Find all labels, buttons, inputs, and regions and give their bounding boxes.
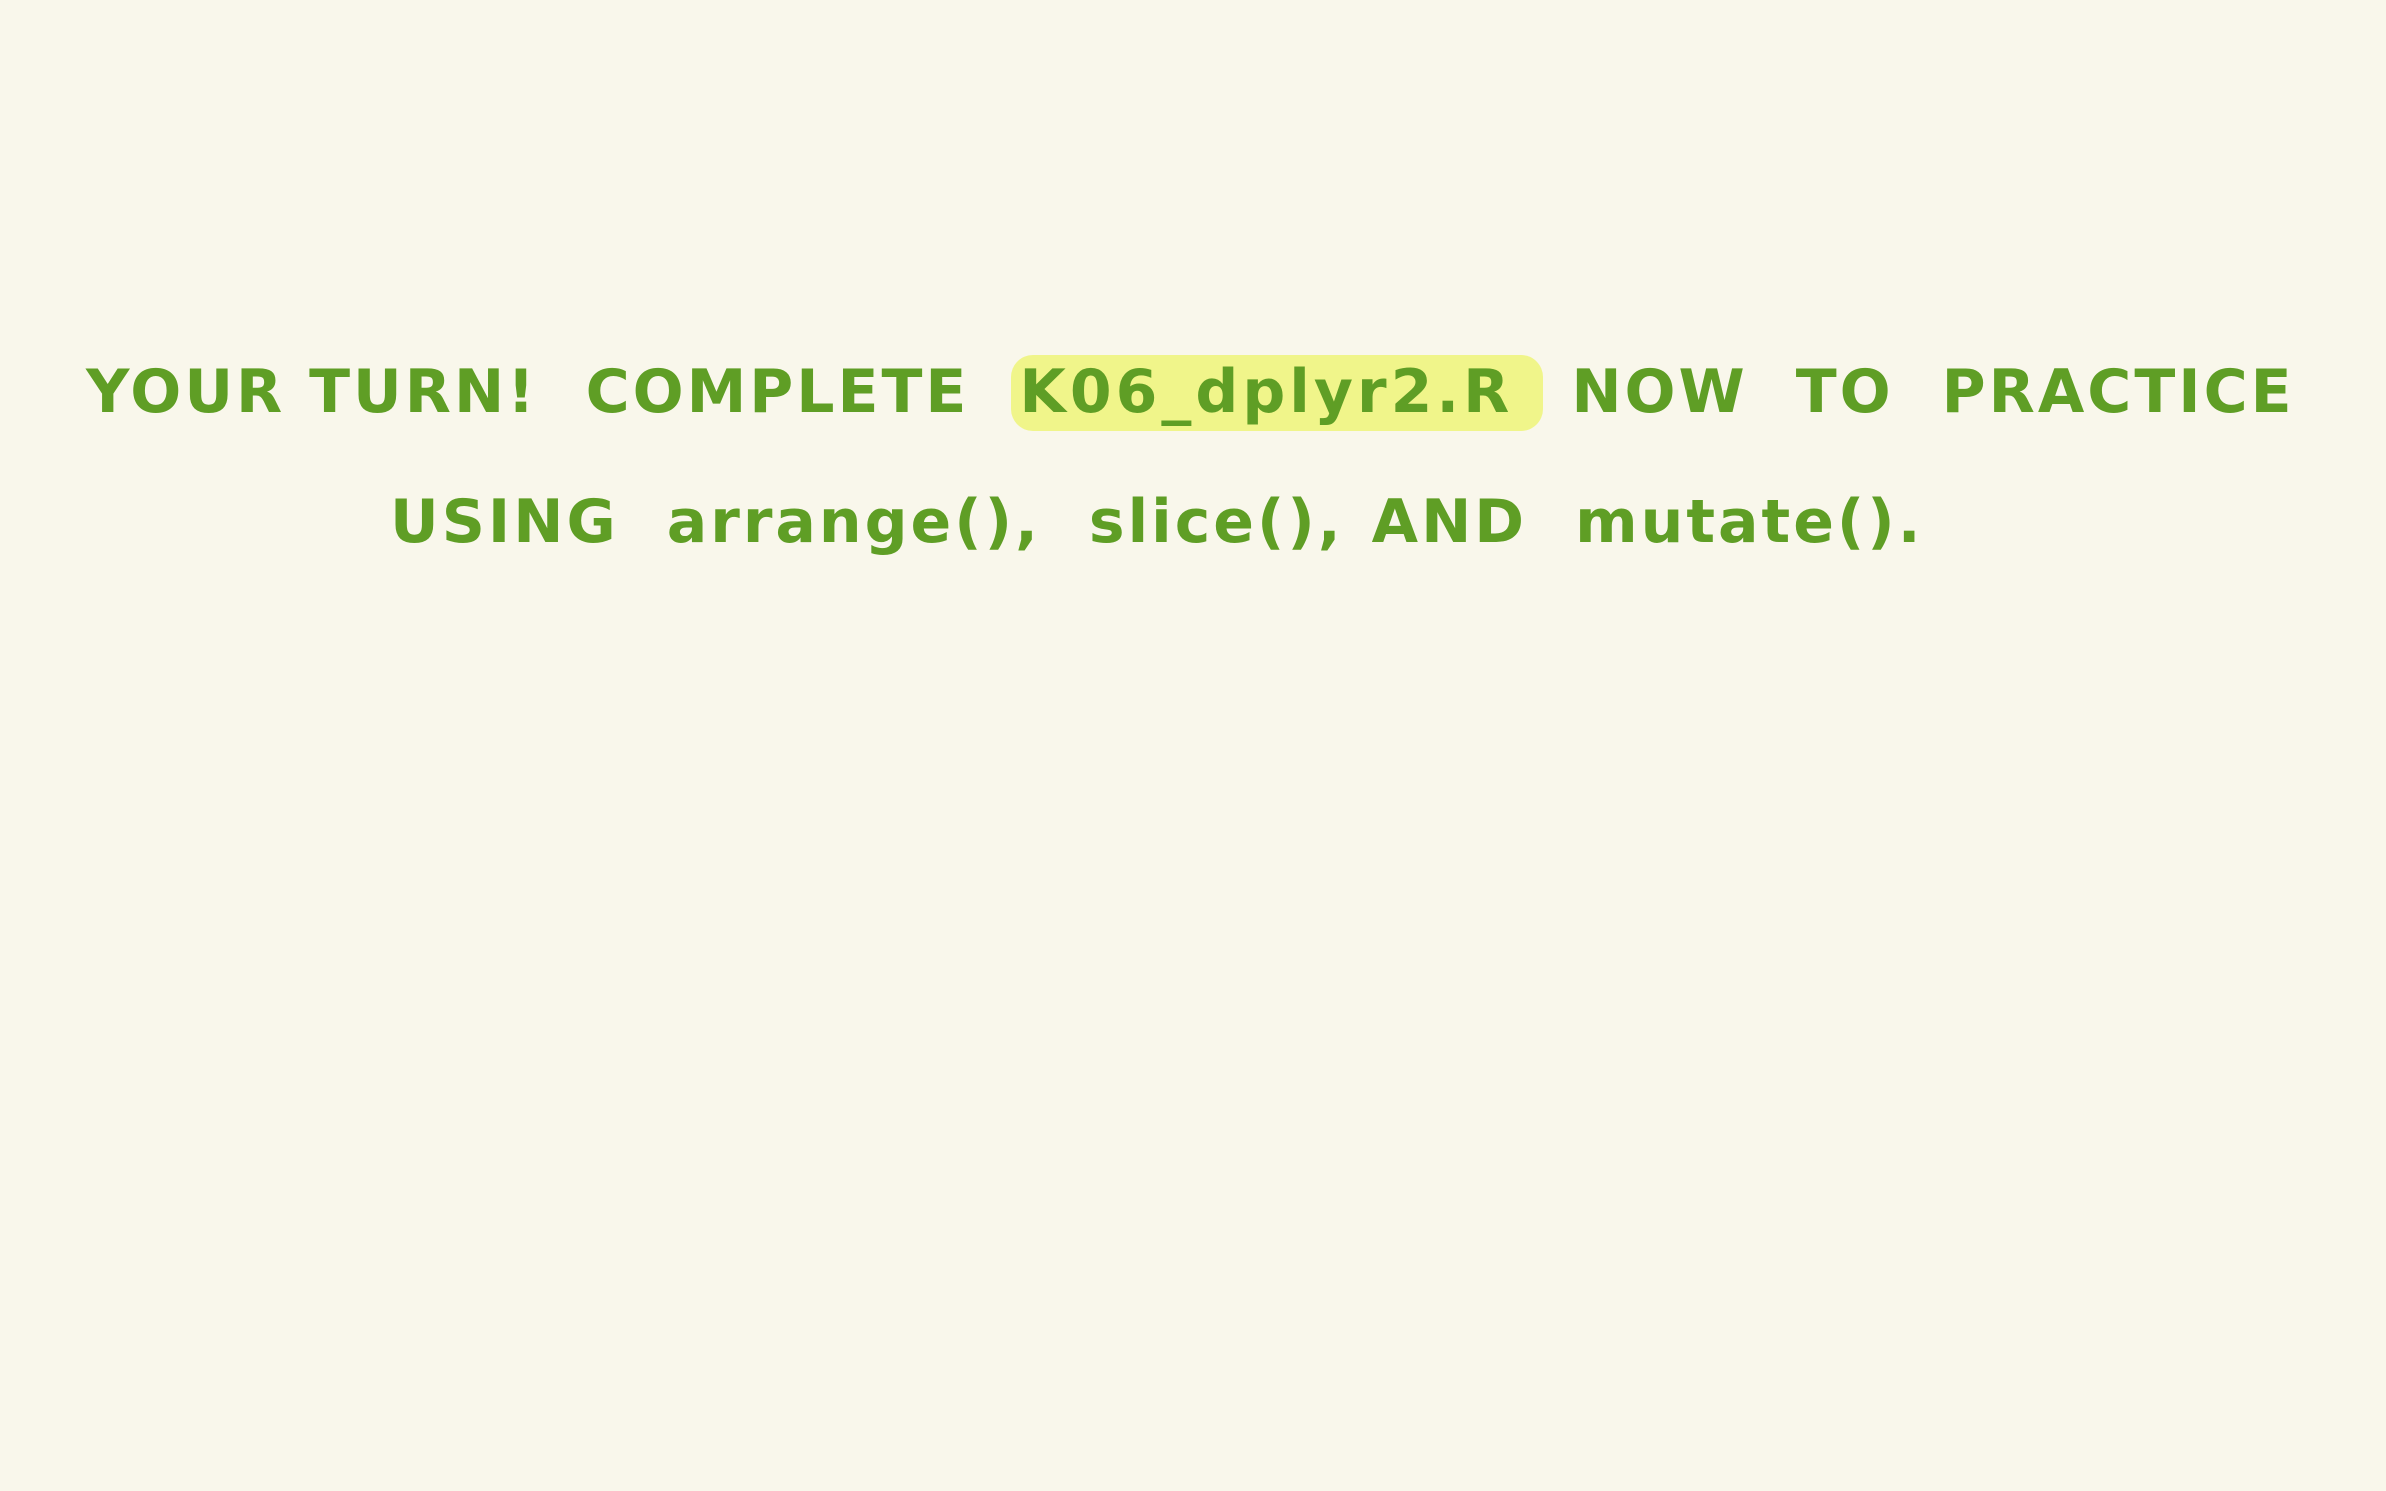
and-text: AND bbox=[1371, 487, 1528, 557]
complete-text: COMPLETE bbox=[585, 357, 970, 427]
slice-function-text: slice(), bbox=[1088, 487, 1344, 557]
note-line-1: YOUR TURN! COMPLETE K06_dplyr2.R NOW TO PRACT… bbox=[86, 355, 2295, 431]
mutate-function-text: mutate(). bbox=[1575, 487, 1924, 557]
note-line-2: USING arrange(), slice(), AND mutate(). bbox=[390, 492, 1924, 552]
note-canvas: YOUR TURN! COMPLETE K06_dplyr2.R NOW TO PRACT… bbox=[0, 0, 2386, 1491]
arrange-function-text: arrange(), bbox=[666, 487, 1041, 557]
using-text: USING bbox=[390, 487, 619, 557]
filename-highlight: K06_dplyr2.R bbox=[1011, 355, 1544, 431]
now-text: NOW bbox=[1571, 357, 1748, 427]
your-turn-text: YOUR TURN! bbox=[86, 357, 538, 427]
practice-text: PRACTICE bbox=[1941, 357, 2295, 427]
to-text: TO bbox=[1795, 357, 1894, 427]
